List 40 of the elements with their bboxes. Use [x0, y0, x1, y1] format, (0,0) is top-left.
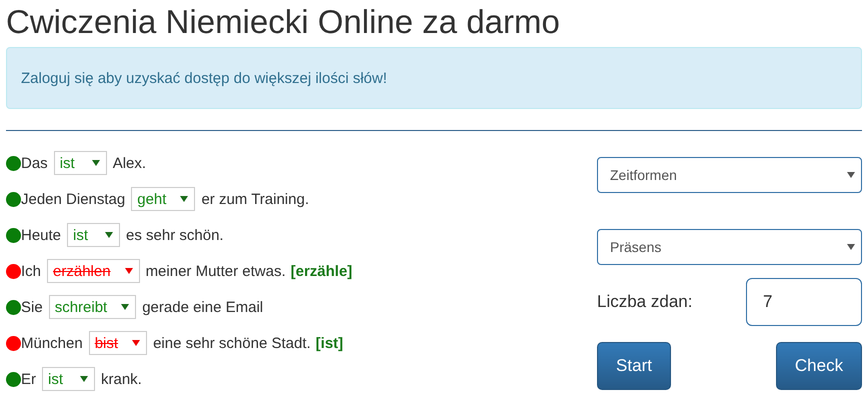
caret-icon — [124, 268, 133, 274]
sentence-text: Er — [21, 370, 36, 388]
tense-dropdown[interactable]: Präsens — [597, 229, 862, 265]
answer-dropdown[interactable]: ist — [67, 223, 120, 247]
sentence-text: Jeden Dienstag — [21, 190, 126, 208]
page-title: Cwiczenia Niemiecki Online za darmo — [6, 2, 561, 42]
correction-text: [erzähle] — [290, 262, 352, 280]
sentence-text: er zum Training. — [201, 190, 309, 208]
start-button[interactable]: Start — [597, 342, 671, 390]
count-input[interactable]: 7 — [746, 278, 862, 326]
login-alert: Zaloguj się aby uzyskać dostęp do większej ilości słów! — [6, 47, 862, 109]
answer-dropdown[interactable]: geht — [131, 187, 196, 211]
caret-icon — [92, 160, 100, 166]
sentence-text: es sehr schön. — [126, 226, 224, 244]
caret-icon — [121, 304, 130, 310]
check-button[interactable]: Check — [776, 342, 862, 390]
category-dropdown[interactable]: Zeitformen — [597, 157, 862, 193]
answer-dropdown[interactable]: ist — [42, 367, 95, 391]
caret-icon — [847, 172, 855, 178]
sentence-text: Alex. — [112, 154, 146, 172]
answer-dropdown[interactable]: schreibt — [48, 295, 136, 319]
sentence-text: krank. — [101, 370, 142, 388]
caret-icon — [847, 244, 855, 250]
sentence-text: München — [21, 334, 83, 352]
correction-text: [ist] — [316, 334, 344, 352]
sentence-text: Das — [21, 154, 48, 172]
sentence-text: eine sehr schöne Stadt. — [153, 334, 311, 352]
answer-dropdown[interactable]: erzählen — [47, 259, 140, 283]
caret-icon — [80, 376, 88, 382]
sentence-text: Ich — [21, 262, 42, 280]
caret-icon — [180, 196, 188, 202]
sentence-text: Sie — [21, 298, 43, 316]
answer-dropdown[interactable]: ist — [54, 151, 107, 175]
sentence-text: Heute — [21, 226, 62, 244]
sentence-text: gerade eine Email — [142, 298, 264, 316]
count-label: Liczba zdan: — [597, 292, 692, 312]
sentence-text: meiner Mutter etwas. — [146, 262, 286, 280]
answer-dropdown[interactable]: bist — [88, 331, 148, 355]
caret-icon — [105, 232, 114, 238]
caret-icon — [132, 340, 140, 346]
